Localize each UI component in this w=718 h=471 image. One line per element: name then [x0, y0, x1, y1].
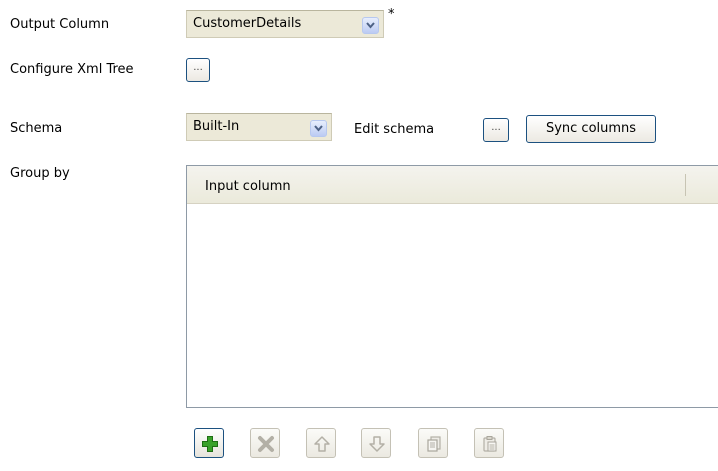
- configure-xml-tree-label: Configure Xml Tree: [10, 62, 134, 77]
- move-up-button[interactable]: [306, 428, 336, 458]
- paste-button[interactable]: [474, 428, 504, 458]
- schema-value: Built-In: [193, 119, 240, 134]
- schema-select[interactable]: Built-In: [186, 113, 332, 141]
- copy-icon: [427, 436, 441, 452]
- ellipsis-icon: ...: [491, 122, 501, 133]
- column-header-input-column[interactable]: Input column: [205, 179, 291, 195]
- edit-schema-button[interactable]: ...: [483, 118, 509, 142]
- x-icon: [258, 436, 274, 452]
- output-column-select[interactable]: CustomerDetails: [186, 10, 384, 38]
- add-row-button[interactable]: [194, 428, 224, 458]
- arrow-up-icon: [314, 436, 330, 452]
- edit-schema-label: Edit schema: [354, 122, 435, 137]
- paste-icon: [483, 436, 497, 452]
- column-separator[interactable]: [685, 174, 686, 196]
- configure-xml-tree-button[interactable]: ...: [186, 58, 210, 82]
- output-column-label: Output Column: [10, 17, 110, 32]
- chevron-down-icon[interactable]: [362, 17, 379, 34]
- remove-row-button[interactable]: [250, 428, 280, 458]
- ellipsis-icon: ...: [193, 62, 203, 73]
- table-header: Input column: [187, 166, 718, 204]
- copy-button[interactable]: [418, 428, 448, 458]
- arrow-down-icon: [369, 436, 385, 452]
- modified-marker: *: [388, 7, 395, 22]
- group-by-label: Group by: [10, 166, 70, 181]
- sync-columns-button[interactable]: Sync columns: [526, 115, 656, 143]
- output-column-value: CustomerDetails: [193, 16, 302, 31]
- chevron-down-icon[interactable]: [310, 120, 327, 137]
- group-by-table[interactable]: Input column: [186, 165, 718, 408]
- plus-icon: [202, 436, 218, 452]
- schema-label: Schema: [10, 121, 63, 136]
- move-down-button[interactable]: [361, 428, 391, 458]
